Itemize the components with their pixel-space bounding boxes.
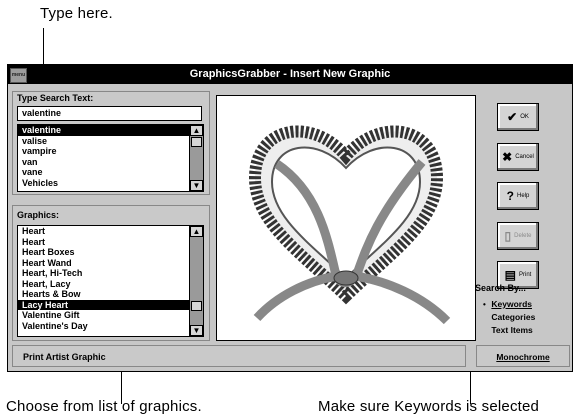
radio-keywords[interactable]: • Keywords [483,299,532,309]
list-item[interactable]: Valentine's Day [18,321,203,332]
list-item[interactable]: Heart, Hi-Tech [18,268,203,279]
scroll-up-arrow-icon[interactable]: ▲ [190,226,203,237]
monochrome-button[interactable]: Monochrome [476,345,570,367]
list-item[interactable]: vane [18,167,203,178]
dialog-window: menu GraphicsGrabber - Insert New Graphi… [7,64,573,372]
list-item[interactable]: Vehicles [18,178,203,189]
x-icon: ✖ [502,150,513,164]
list-item[interactable]: valise [18,136,203,147]
printer-icon: ▤ [504,268,516,282]
annotation-type-here: Type here. [40,5,113,22]
search-text-group: Type Search Text: valentine valentine va… [12,91,210,195]
print-label: Print [519,272,532,278]
graphics-scrollbar[interactable]: ▲ ▼ [189,226,203,336]
graphics-list[interactable]: Heart Heart Heart Boxes Heart Wand Heart… [17,225,204,337]
annotation-choose-graphics: Choose from list of graphics. [6,398,202,415]
cancel-button[interactable]: ✖ Cancel [497,143,539,171]
radio-selected-icon: • [483,300,486,309]
checkmark-icon: ✔ [507,110,518,124]
search-text-label: Type Search Text: [17,93,94,103]
annotation-keywords-selected: Make sure Keywords is selected [318,398,540,415]
radio-categories-label: Categories [491,312,536,322]
list-item[interactable]: Heart [18,237,203,248]
list-item[interactable]: valentine [18,125,203,136]
graphics-group: Graphics: Heart Heart Heart Boxes Heart … [12,205,210,341]
help-label: Help [517,193,530,199]
graphic-preview [216,95,476,341]
scroll-thumb[interactable] [191,301,202,311]
list-item[interactable]: Heart, Lacy [18,279,203,290]
delete-label: Delete [514,233,532,239]
list-item[interactable]: Lacy Heart [18,299,203,310]
window-title: GraphicsGrabber - Insert New Graphic [189,68,391,80]
lacy-heart-graphic [248,125,451,325]
scroll-up-arrow-icon[interactable]: ▲ [190,125,203,136]
search-results-list[interactable]: valentine valise vampire van vane Vehicl… [17,124,204,192]
list-item[interactable]: Valentine Gift [18,310,203,321]
radio-text-items[interactable]: Text Items [483,325,533,335]
list-item[interactable]: vampire [18,146,203,157]
question-icon: ? [506,189,514,203]
status-bar: Print Artist Graphic [12,345,466,367]
graphics-label: Graphics: [17,210,60,220]
list-item[interactable]: Heart Wand [18,258,203,269]
list-item[interactable]: Heart Boxes [18,247,203,258]
search-results-scrollbar[interactable]: ▲ ▼ [189,125,203,191]
cancel-label: Cancel [515,154,534,160]
list-item[interactable]: Hearts & Bow [18,289,203,300]
delete-button[interactable]: ▯ Delete [497,222,539,250]
radio-categories[interactable]: Categories [483,312,535,322]
search-input[interactable]: valentine [17,106,202,121]
radio-text-items-label: Text Items [491,325,533,335]
help-button[interactable]: ? Help [497,182,539,210]
scroll-down-arrow-icon[interactable]: ▼ [190,180,203,191]
ok-label: OK [520,114,529,120]
radio-keywords-label: Keywords [491,299,532,309]
scroll-thumb[interactable] [191,137,202,147]
list-item[interactable]: Heart [18,226,203,237]
list-item[interactable]: van [18,157,203,168]
system-menu-button[interactable]: menu [10,68,27,83]
search-by-label: Search By... [475,283,526,293]
scroll-down-arrow-icon[interactable]: ▼ [190,325,203,336]
title-bar: menu GraphicsGrabber - Insert New Graphi… [8,65,572,84]
document-icon: ▯ [504,229,512,243]
ok-button[interactable]: ✔ OK [497,103,539,131]
